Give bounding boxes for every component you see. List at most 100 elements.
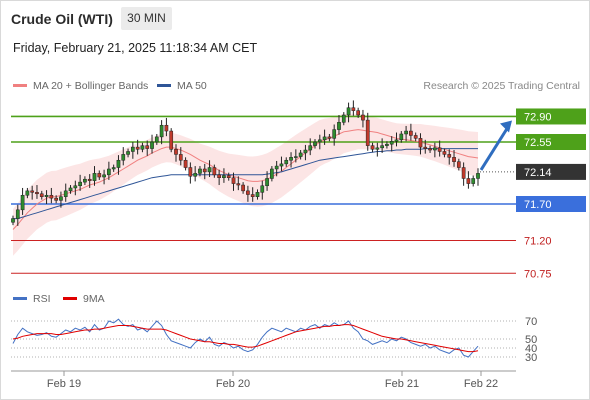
candle-body [92,173,97,181]
candle-body [73,185,78,189]
bollinger-band [13,113,478,256]
candle-body [11,218,15,223]
candle-body [20,194,25,211]
candle-body [135,146,140,150]
rsi-tick-70: 70 [525,316,537,328]
rsi-line [12,318,479,358]
candle-body [246,190,250,195]
candle-body [385,143,389,146]
candle-body [303,149,308,154]
level-label-72.14: 72.14 [524,167,552,179]
candle-body [433,147,437,151]
candle-body [356,110,361,116]
candle-body [193,173,198,177]
time-tick-label: Feb 19 [47,378,81,390]
candle-body [107,168,111,176]
candle-body [308,145,313,151]
candle-body [164,124,169,132]
candle-body [63,190,68,197]
candle-body [183,159,188,168]
candle-body [102,174,106,178]
candle-body [389,141,394,145]
candle-body [212,167,217,176]
candle-body [178,154,183,161]
candle-body [274,165,279,170]
candle-body [145,145,150,149]
candle-body [87,178,92,181]
candle-body [284,159,289,165]
candle-body [399,133,404,141]
candle-body [54,197,58,201]
candle-body [255,192,260,197]
candle-body [150,141,154,149]
candle-body [428,148,432,151]
candle-body [437,147,442,152]
candle-body [169,130,174,150]
candle-body [222,175,226,178]
candle-body [375,147,380,150]
candle-body [15,209,20,219]
candle-body [30,190,35,193]
candle-body [404,130,408,135]
candle-body [456,161,461,168]
forecast-arrow-shaft [479,124,511,171]
candle-body [298,152,303,157]
candle-body [231,177,236,184]
candle-body [317,139,322,143]
time-tick-label: Feb 21 [385,378,419,390]
candle-body [25,190,30,196]
candle-body [461,167,466,179]
candle-body [35,192,39,195]
candle-body [380,145,384,149]
candle-body [365,119,370,146]
candle-body [370,145,375,150]
candle-body [327,136,332,139]
candle-body [341,114,346,123]
time-tick-label: Feb 20 [216,378,250,390]
price-chart: 72.9072.5572.1471.7071.2070.7570504030Fe… [11,100,586,390]
candle-body [466,178,471,184]
candle-body [44,194,49,197]
candle-body [346,107,351,116]
level-label-72.55: 72.55 [524,137,552,149]
rsi-tick-30: 30 [525,352,537,364]
candle-body [418,138,423,148]
candle-body [207,167,212,173]
candle-body [78,181,82,187]
candle-body [337,122,341,130]
candle-body [452,157,456,162]
candle-body [116,159,121,168]
candle-body [322,136,327,141]
candle-body [83,178,87,183]
candle-body [59,196,63,201]
candle-body [313,141,317,146]
candle-body [97,173,102,178]
candle-body [394,139,399,142]
candle-body [447,154,452,158]
candle-body [68,187,73,192]
candle-body [39,193,44,197]
candle-body [423,146,428,149]
candle-body [236,183,241,186]
candle-body [154,136,159,143]
candle-body [471,178,476,184]
level-label-72.90: 72.90 [524,111,552,123]
candle-body [241,184,245,192]
candle-body [361,114,365,121]
candle-body [265,178,269,187]
candle-body [409,130,413,136]
time-tick-label: Feb 22 [464,378,498,390]
candle-body [260,185,265,193]
candle-body [293,156,298,158]
level-label-70.75: 70.75 [524,268,552,280]
candle-body [217,174,221,178]
candle-body [476,173,480,179]
candle-body [289,157,293,161]
candle-body [188,167,193,177]
candle-body [159,124,164,138]
candle-body [111,167,116,170]
candle-body [202,168,207,173]
candle-body [442,151,447,155]
candle-body [226,175,231,178]
candle-body [126,151,130,155]
